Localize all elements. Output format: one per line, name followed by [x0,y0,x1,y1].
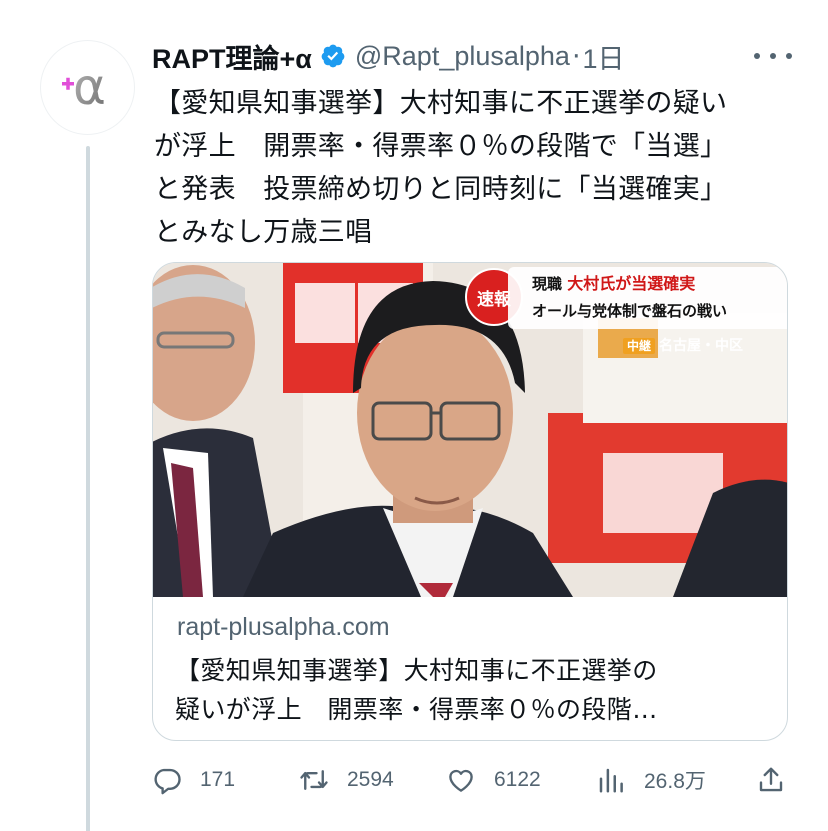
display-name[interactable]: RAPT理論+α [152,37,312,76]
card-thumbnail[interactable]: 速報 現職 大村氏が当選確実 オール与党体制で盤石の戦い 中継 名古屋・中区 [153,263,787,597]
share-icon [759,767,783,792]
retweet-icon [300,770,328,790]
like-button[interactable]: 6122 [446,760,541,800]
retweet-count: 2594 [347,768,394,791]
user-handle[interactable]: @Rapt_plusalpha [355,41,570,72]
headline-highlight: 大村氏が当選確実 [567,274,696,293]
thread-line [86,146,90,831]
avatar[interactable]: α [40,40,135,135]
link-card[interactable]: 速報 現職 大村氏が当選確実 オール与党体制で盤石の戦い 中継 名古屋・中区 ra… [152,262,788,741]
separator-dot: · [571,40,581,72]
views-button[interactable]: 26.8万 [596,760,706,800]
verified-badge-icon[interactable] [320,43,346,69]
alpha-plus-logo-icon: α [61,58,106,116]
card-domain[interactable]: rapt-plusalpha.com [177,613,390,642]
tweet-text-line: が浮上 開票率・得票率０％の段階で「当選」 [154,131,728,162]
tweet-text-line: 【愛知県知事選挙】大村知事に不正選挙の疑い [154,88,728,119]
headline-prefix: 現職 [532,275,563,293]
location-caption: 中継 名古屋・中区 [623,335,743,355]
more-options-icon[interactable] [754,44,792,68]
like-icon [449,769,473,792]
svg-text:α: α [73,58,106,116]
views-icon [599,768,623,793]
like-count: 6122 [494,768,541,791]
tweet-text-line: とみなし万歳三唱 [154,217,373,248]
tweet-text: 【愛知県知事選挙】大村知事に不正選挙の疑い が浮上 開票率・得票率０％の段階で「… [154,82,794,254]
card-title-line: 疑いが浮上 開票率・得票率０％の段階… [175,695,658,724]
relay-tag: 中継 [623,338,656,354]
card-title[interactable]: 【愛知県知事選挙】大村知事に不正選挙の 疑いが浮上 開票率・得票率０％の段階… [175,651,775,729]
card-title-line: 【愛知県知事選挙】大村知事に不正選挙の [175,656,658,685]
tweet-text-line: と発表 投票締め切りと同時刻に「当選確実」 [154,174,728,205]
location-text: 名古屋・中区 [659,338,744,354]
views-count: 26.8万 [644,770,706,793]
reply-icon [154,768,181,795]
share-button[interactable] [756,760,786,800]
headline-line2: オール与党体制で盤石の戦い [532,302,728,320]
retweet-button[interactable]: 2594 [299,760,394,800]
reply-count: 171 [200,768,236,791]
action-bar: 171 2594 6122 26.8万 [152,760,788,800]
reply-button[interactable]: 171 [152,760,235,800]
timestamp[interactable]: 1日 [583,37,625,76]
news-headline-overlay: 現職 大村氏が当選確実 オール与党体制で盤石の戦い [508,267,787,329]
tweet-header: RAPT理論+α @Rapt_plusalpha · 1日 [152,36,792,76]
